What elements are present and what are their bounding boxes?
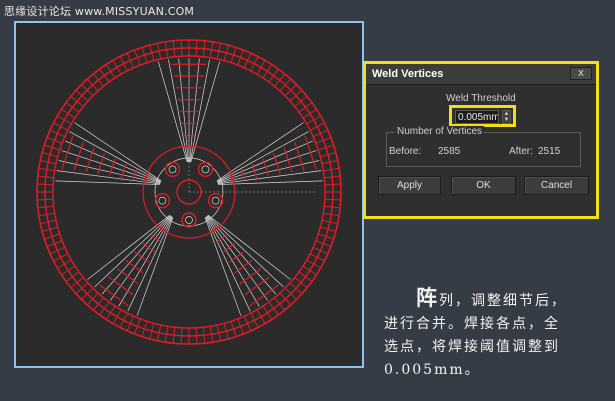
before-label: Before: bbox=[389, 146, 422, 157]
caption-text: 阵列，调整细节后， 进行合并。焊接各点，全 选点，将焊接阈值调整到 0.005m… bbox=[384, 286, 610, 382]
ok-button[interactable]: OK bbox=[451, 176, 516, 195]
caption-line4: 0.005mm。 bbox=[384, 362, 481, 378]
viewport[interactable] bbox=[14, 21, 364, 368]
wheel-wireframe bbox=[36, 39, 342, 345]
apply-button[interactable]: Apply bbox=[378, 176, 441, 195]
dialog-titlebar[interactable]: Weld Vertices x bbox=[366, 64, 596, 85]
caption-line3: 选点，将焊接阈值调整到 bbox=[384, 339, 560, 355]
caption-line1: 列，调整细节后， bbox=[439, 293, 567, 309]
after-label: After: bbox=[509, 146, 533, 157]
weld-threshold-label: Weld Threshold bbox=[446, 93, 516, 104]
group-title: Number of Vertices bbox=[395, 126, 485, 137]
threshold-highlight: ▲ ▼ bbox=[449, 105, 516, 127]
watermark-text: 思缘设计论坛 www.MISSYUAN.COM bbox=[4, 5, 195, 18]
spinner-down-icon[interactable]: ▼ bbox=[503, 117, 510, 123]
spinner-icon[interactable]: ▲ ▼ bbox=[502, 110, 511, 124]
dialog-title: Weld Vertices bbox=[372, 68, 444, 80]
caption-line2: 进行合并。焊接各点，全 bbox=[384, 316, 560, 332]
cancel-button[interactable]: Cancel bbox=[524, 176, 589, 195]
close-icon: x bbox=[578, 67, 584, 79]
caption-first-char: 阵 bbox=[416, 285, 439, 310]
before-value: 2585 bbox=[438, 146, 461, 157]
close-button[interactable]: x bbox=[570, 67, 592, 80]
weld-vertices-dialog: Weld Vertices x Weld Threshold ▲ ▼ Numbe… bbox=[363, 61, 599, 219]
weld-threshold-input[interactable] bbox=[455, 110, 499, 124]
after-value: 2515 bbox=[538, 146, 561, 157]
